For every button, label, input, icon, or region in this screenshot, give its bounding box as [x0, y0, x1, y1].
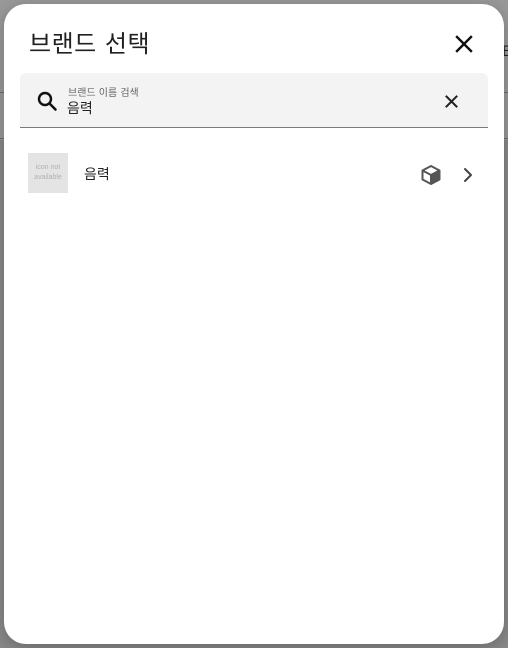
dialog-title: 브랜드 선택 [29, 30, 151, 58]
search-input[interactable] [67, 97, 407, 119]
close-icon [455, 35, 473, 53]
close-button[interactable] [450, 30, 478, 58]
brand-search-field[interactable]: 브랜드 이름 검색 [20, 73, 488, 128]
brand-name: 음력 [84, 167, 110, 183]
clear-search-button[interactable] [440, 90, 462, 112]
brand-select-dialog: 브랜드 선택 브랜드 이름 검색 icon not available 음력 [4, 4, 504, 644]
search-icon [37, 91, 57, 111]
close-icon [444, 94, 458, 108]
brand-list-item[interactable]: icon not available 음력 [4, 148, 504, 198]
chevron-right-icon [464, 168, 472, 182]
brand-thumbnail: icon not available [28, 153, 68, 193]
cube-icon [421, 165, 441, 185]
